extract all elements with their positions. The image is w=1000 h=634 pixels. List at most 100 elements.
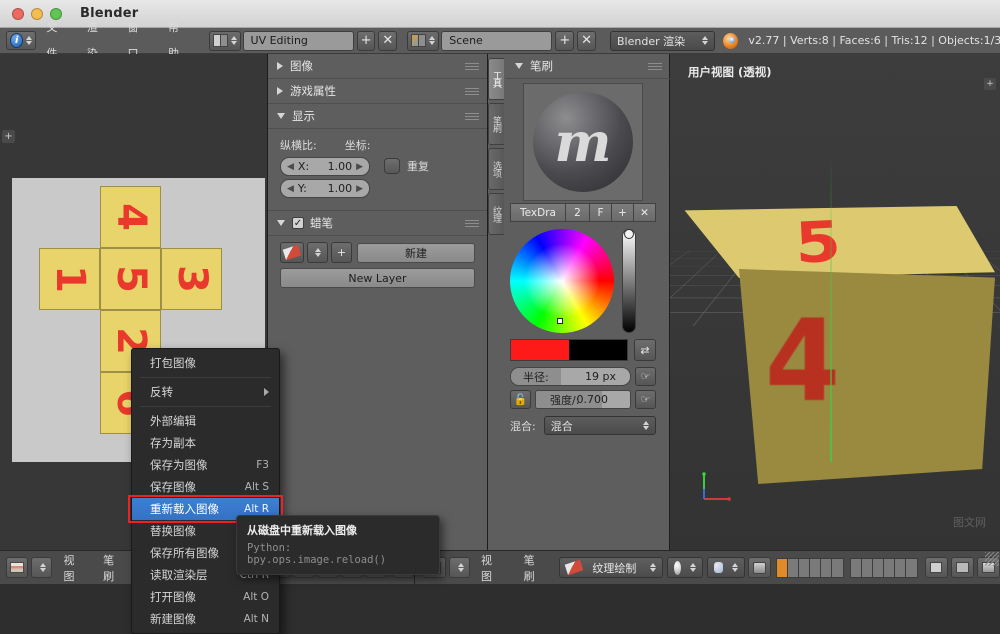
color-wheel-cursor[interactable] [557, 318, 563, 324]
lock-object-modes-icon[interactable] [924, 557, 948, 578]
grease-pencil-checkbox[interactable]: ✓ [292, 217, 304, 229]
brush-preview[interactable]: m [523, 83, 643, 201]
color-swatches[interactable] [510, 339, 628, 361]
layer-cell[interactable] [851, 558, 863, 577]
editor-type-spinner[interactable] [31, 557, 53, 578]
grease-pencil-browse-spinner[interactable] [307, 242, 328, 263]
screen-layout-selector[interactable] [208, 30, 241, 51]
snap-magnet-icon[interactable] [748, 557, 772, 578]
tool-tab-纹理[interactable]: 纹理 [488, 193, 504, 235]
brush-strength-slider[interactable]: 强度/: 0.700 [535, 390, 631, 409]
footer-menu-view[interactable]: 视图 [52, 552, 92, 584]
delete-screen-layout-button[interactable]: ✕ [378, 30, 398, 51]
grease-pencil-add-icon[interactable]: + [331, 242, 352, 263]
repeat-toggle-button[interactable] [384, 158, 400, 174]
screen-layout-name-field[interactable]: UV Editing [242, 30, 354, 51]
viewport-menu-brush[interactable]: 笔刷 [513, 552, 556, 584]
chevron-right-icon[interactable]: ▶ [356, 162, 363, 172]
radius-pressure-toggle-icon[interactable]: ☞ [635, 367, 656, 386]
render-engine-dropdown[interactable]: Blender 渲染 [610, 30, 716, 51]
swap-colors-icon[interactable]: ⇄ [634, 339, 656, 361]
secondary-color-swatch[interactable] [569, 340, 627, 360]
context-menu-item[interactable]: 反转 [132, 381, 279, 403]
viewport-shading-dropdown[interactable] [667, 557, 704, 578]
editor-type-spinner[interactable] [449, 557, 471, 578]
render-image-icon[interactable] [950, 557, 974, 578]
context-menu-item-label: 保存为图像 [150, 458, 208, 472]
layer-cell[interactable] [777, 558, 789, 577]
pivot-point-dropdown[interactable] [707, 557, 746, 578]
aspect-y-field[interactable]: ◀ Y: 1.00 ▶ [280, 179, 370, 198]
brush-remove-button[interactable]: ✕ [634, 203, 656, 222]
viewport-watermark: 图文网 [953, 516, 986, 529]
strength-pressure-toggle-icon[interactable]: ☞ [635, 390, 656, 409]
new-layer-button[interactable]: New Layer [280, 268, 475, 288]
color-wheel-picker[interactable] [510, 229, 614, 333]
layer-cell[interactable] [832, 559, 843, 577]
add-screen-layout-button[interactable]: + [356, 30, 376, 51]
layer-cell[interactable] [884, 558, 896, 577]
layer-cell[interactable] [788, 558, 800, 577]
layer-cell[interactable] [799, 558, 811, 577]
resize-grip-icon[interactable] [985, 552, 999, 566]
context-menu-item[interactable]: 新建图像 Alt N [132, 608, 279, 630]
delete-scene-button[interactable]: ✕ [577, 30, 597, 51]
context-menu-item[interactable]: 打开图像 Alt O [132, 586, 279, 608]
panel-title-grease-pencil: 蜡笔 [310, 216, 333, 230]
chevron-updown-icon [230, 36, 237, 45]
layer-cell[interactable] [862, 558, 874, 577]
panel-header-image[interactable]: 图像 [268, 54, 487, 79]
image-context-menu[interactable]: 打包图像 反转 外部编辑 存为副本 保存为图像 F3 保存图像 Alt S 重新载入图像 Alt … [128, 348, 283, 634]
layer-cell[interactable] [810, 558, 822, 577]
viewport-menu-view[interactable]: 视图 [470, 552, 513, 584]
chevron-left-icon[interactable]: ◀ [287, 162, 294, 172]
viewport-panel-plus-icon[interactable]: + [984, 78, 996, 90]
footer-menu-brush[interactable]: 笔刷 [92, 552, 132, 584]
context-menu-item[interactable]: 打包图像 [132, 352, 279, 374]
tool-tab-工具[interactable]: 工具 [488, 58, 504, 100]
layer-cell[interactable] [873, 558, 885, 577]
3d-viewport[interactable]: 5 4 用户视图 (透视) + 图文网 [670, 54, 1000, 550]
brush-users-count[interactable]: 2 [566, 203, 590, 222]
tool-tab-选项[interactable]: 选项 [488, 148, 504, 190]
interaction-mode-dropdown[interactable]: 纹理绘制 [559, 557, 664, 578]
panel-header-grease-pencil[interactable]: ✓ 蜡笔 [268, 211, 487, 236]
tool-tab-笔刷[interactable]: 笔刷 [488, 103, 504, 145]
primary-color-swatch[interactable] [511, 340, 569, 360]
context-menu-item[interactable]: 保存为图像 F3 [132, 454, 279, 476]
brush-name-field[interactable]: TexDra [510, 203, 566, 222]
uv-face-1: 1 [39, 248, 100, 310]
chevron-left-icon[interactable]: ◀ [287, 184, 294, 194]
uv-image-editor-icon[interactable] [6, 557, 29, 578]
context-menu-item[interactable]: 存为副本 [132, 432, 279, 454]
aspect-x-field[interactable]: ◀ X: 1.00 ▶ [280, 157, 370, 176]
editor-type-info-button[interactable]: i [6, 31, 37, 50]
scene-layers-row-1[interactable] [776, 557, 845, 578]
grease-pencil-datablock-icon[interactable] [280, 242, 304, 263]
blend-mode-dropdown[interactable]: 混合 [543, 416, 656, 435]
scene-layers-row-2[interactable] [850, 557, 918, 578]
strength-lock-icon[interactable]: 🔓 [510, 390, 531, 409]
brush-add-button[interactable]: + [612, 203, 634, 222]
scene-name-field[interactable]: Scene [441, 30, 553, 51]
new-grease-pencil-button[interactable]: 新建 [357, 242, 475, 263]
chevron-right-icon[interactable]: ▶ [356, 184, 363, 194]
value-slider-knob[interactable] [624, 229, 634, 239]
add-scene-button[interactable]: + [555, 30, 575, 51]
context-menu-item[interactable]: 保存图像 Alt S [132, 476, 279, 498]
context-menu-item[interactable]: 外部编辑 [132, 410, 279, 432]
brush-radius-slider[interactable]: 半径: 19 px [510, 367, 631, 386]
panel-header-display[interactable]: 显示 [268, 104, 487, 129]
brush-fake-user-button[interactable]: F [590, 203, 612, 222]
color-value-slider[interactable] [622, 229, 636, 333]
scene-selector[interactable] [407, 30, 440, 51]
editor-area-container: + 415326 图像 游戏属性 显示 纵横比 [0, 54, 1000, 634]
tool-shelf-vertical-tabs[interactable]: 工具 笔刷 选项 纹理 [488, 58, 504, 238]
layer-cell[interactable] [821, 558, 833, 577]
panel-expand-plus-icon[interactable]: + [2, 130, 15, 143]
layer-cell[interactable] [906, 559, 917, 577]
panel-header-game-properties[interactable]: 游戏属性 [268, 79, 487, 104]
panel-header-brush[interactable]: 笔刷 [506, 54, 670, 79]
close-window-button[interactable] [12, 7, 24, 20]
layer-cell[interactable] [895, 558, 906, 577]
